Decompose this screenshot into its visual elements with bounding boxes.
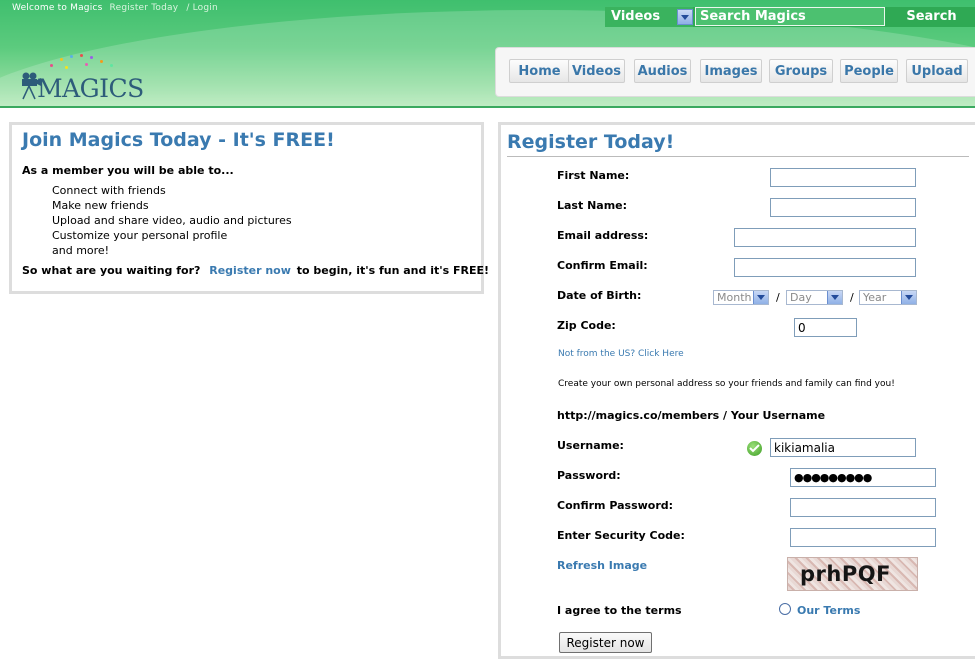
dob-month-select[interactable]: Month	[713, 290, 769, 305]
nav-tab-videos[interactable]: Videos	[568, 59, 625, 83]
benefit-item: and more!	[52, 244, 110, 257]
confirm-email-field[interactable]	[734, 258, 916, 277]
nav-tab-upload[interactable]: Upload	[906, 59, 968, 83]
confirm-email-label: Confirm Email:	[557, 259, 648, 272]
zip-label: Zip Code:	[557, 319, 616, 332]
our-terms-link[interactable]: Our Terms	[797, 604, 860, 617]
profile-url-label: http://magics.co/members / Your Username	[557, 409, 826, 422]
first-name-label: First Name:	[557, 169, 630, 182]
dob-separator: /	[850, 291, 854, 304]
search-button[interactable]: Search	[888, 7, 975, 27]
dob-year-select[interactable]: Year	[859, 290, 917, 305]
join-panel: Join Magics Today - It's FREE! As a memb…	[9, 122, 489, 294]
agree-terms-label: I agree to the terms	[557, 604, 682, 617]
email-field[interactable]	[734, 228, 916, 247]
captcha-text: prhPQF	[800, 562, 891, 586]
nav-tab-people[interactable]: People	[840, 59, 898, 83]
welcome-bar: Welcome to Magics Register Today / Login	[12, 3, 218, 13]
join-intro: As a member you will be able to...	[22, 164, 234, 177]
chevron-down-icon[interactable]	[677, 9, 693, 25]
register-panel: Register Today! First Name: Last Name: E…	[498, 122, 975, 659]
magics-logo[interactable]: MAGICS	[20, 52, 144, 103]
email-label: Email address:	[557, 229, 649, 242]
address-note: Create your own personal address so your…	[558, 379, 895, 389]
cta-text-after: to begin, it's fun and it's FREE!	[296, 264, 490, 277]
register-today-link[interactable]: Register Today	[110, 3, 179, 13]
site-header: Welcome to Magics Register Today / Login …	[0, 0, 975, 108]
security-code-field[interactable]	[790, 528, 936, 547]
register-title: Register Today!	[507, 131, 675, 153]
dob-year-value: Year	[863, 291, 887, 304]
search-input[interactable]	[695, 7, 885, 26]
dob-separator: /	[776, 291, 780, 304]
security-code-label: Enter Security Code:	[557, 529, 685, 542]
confirm-password-field[interactable]	[790, 498, 936, 517]
dob-month-value: Month	[717, 291, 752, 304]
nav-tab-groups[interactable]: Groups	[769, 59, 833, 83]
confirm-password-label: Confirm Password:	[557, 499, 674, 512]
agree-terms-radio[interactable]	[779, 603, 791, 615]
welcome-separator: /	[186, 3, 190, 13]
zip-field[interactable]	[794, 318, 857, 337]
search-category-select[interactable]: Videos	[605, 7, 693, 27]
not-from-us-link[interactable]: Not from the US? Click Here	[558, 349, 684, 359]
chevron-down-icon[interactable]	[901, 291, 916, 304]
join-title: Join Magics Today - It's FREE!	[22, 129, 335, 151]
last-name-field[interactable]	[770, 198, 916, 217]
main-nav: Home Videos Audios Images Groups People …	[495, 47, 975, 97]
benefit-item: Customize your personal profile	[52, 229, 228, 242]
logo-text: MAGICS	[37, 74, 144, 103]
search-category-value: Videos	[611, 9, 661, 24]
dob-label: Date of Birth:	[557, 289, 642, 302]
nav-tab-audios[interactable]: Audios	[634, 59, 691, 83]
username-label: Username:	[557, 439, 624, 452]
username-field[interactable]	[770, 438, 916, 457]
login-link[interactable]: Login	[193, 3, 218, 13]
register-divider	[507, 156, 969, 157]
captcha-image: prhPQF	[787, 557, 918, 591]
benefit-item: Upload and share video, audio and pictur…	[52, 214, 292, 227]
dob-day-select[interactable]: Day	[786, 290, 843, 305]
first-name-field[interactable]	[770, 168, 916, 187]
password-label: Password:	[557, 469, 621, 482]
last-name-label: Last Name:	[557, 199, 628, 212]
register-now-link[interactable]: Register now	[209, 264, 291, 277]
check-icon	[747, 441, 762, 456]
welcome-text: Welcome to Magics	[12, 3, 103, 13]
password-field[interactable]: ●●●●●●●●●	[790, 468, 936, 487]
benefit-item: Connect with friends	[52, 184, 166, 197]
refresh-image-link[interactable]: Refresh Image	[557, 559, 647, 572]
chevron-down-icon[interactable]	[827, 291, 842, 304]
join-call-to-action: So what are you waiting for? Register no…	[22, 264, 489, 277]
nav-tab-home[interactable]: Home	[509, 59, 570, 83]
nav-tab-images[interactable]: Images	[700, 59, 762, 83]
benefit-item: Make new friends	[52, 199, 149, 212]
chevron-down-icon[interactable]	[753, 291, 768, 304]
register-now-button[interactable]: Register now	[559, 632, 652, 653]
cta-text-before: So what are you waiting for?	[22, 264, 201, 277]
dob-day-value: Day	[790, 291, 812, 304]
